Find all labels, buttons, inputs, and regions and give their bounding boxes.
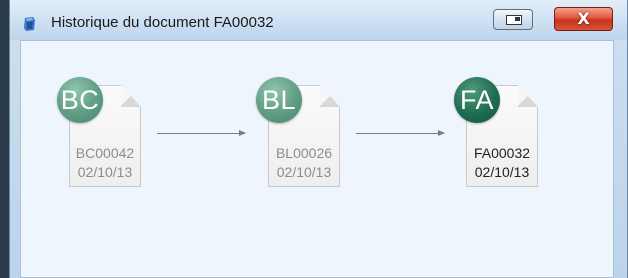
document-code: FA00032: [473, 145, 531, 161]
window-title: Historique du document FA00032: [51, 14, 274, 31]
document-card-bl[interactable]: BL BL00026 02/10/13: [256, 77, 340, 187]
flow-arrow-1: [157, 130, 246, 136]
title-bar[interactable]: Historique du document FA00032 X: [10, 0, 627, 40]
close-button[interactable]: X: [554, 7, 613, 31]
restore-icon: [506, 15, 522, 25]
page-fold: [320, 85, 340, 107]
flow-arrow-2: [356, 130, 445, 136]
document-type-badge: FA: [454, 77, 500, 123]
document-code: BC00042: [75, 145, 135, 161]
restore-button[interactable]: [493, 9, 533, 30]
close-icon: X: [577, 9, 590, 28]
document-card-bc[interactable]: BC BC00042 02/10/13: [57, 77, 141, 187]
document-code: BL00026: [275, 145, 333, 161]
document-date: 02/10/13: [276, 164, 332, 180]
page-fold: [121, 85, 141, 107]
app-icon: [24, 17, 35, 31]
document-card-fa[interactable]: FA FA00032 02/10/13: [454, 77, 538, 187]
document-type-badge: BC: [57, 77, 103, 123]
document-history-panel: BC BC00042 02/10/13 BL BL00026 02/10/13 …: [20, 40, 614, 278]
page-fold: [518, 85, 538, 107]
history-window: Historique du document FA00032 X BC BC00…: [9, 0, 628, 278]
document-type-badge: BL: [256, 77, 302, 123]
document-date: 02/10/13: [474, 164, 530, 180]
document-date: 02/10/13: [77, 164, 133, 180]
